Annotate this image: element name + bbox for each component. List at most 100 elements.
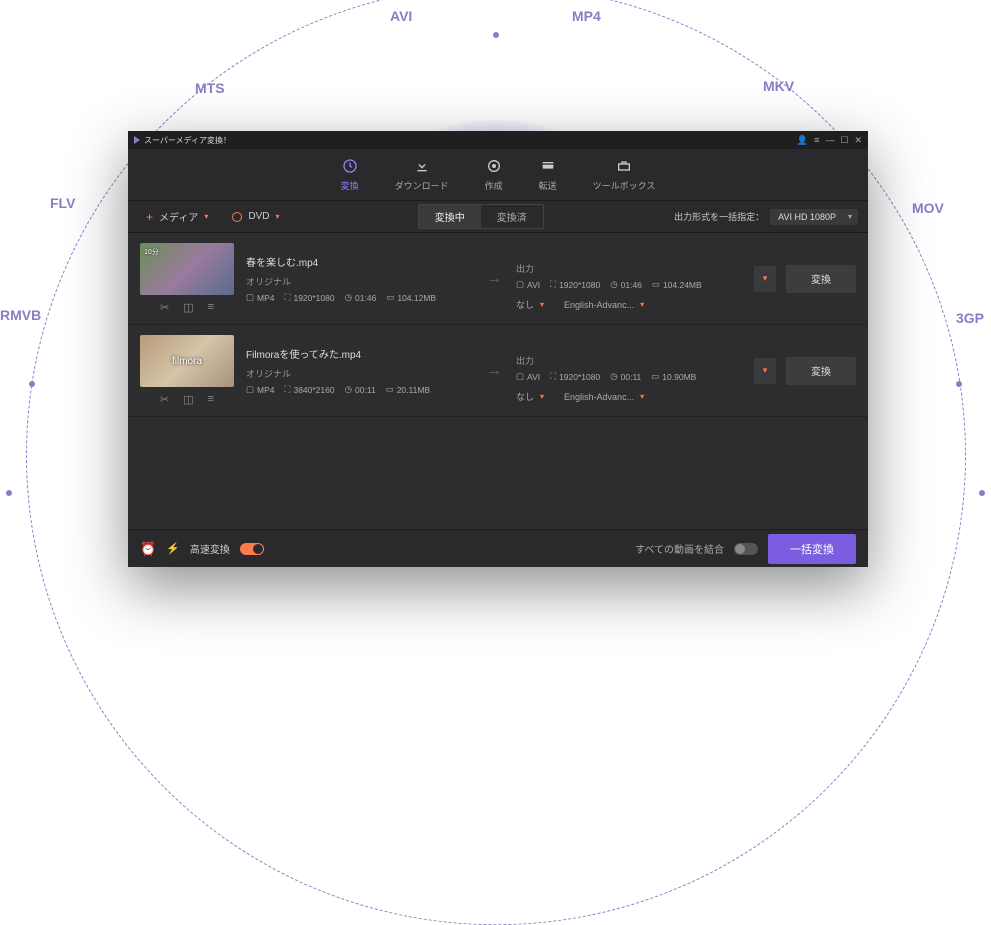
effects-icon[interactable]: ≡	[208, 301, 214, 314]
format-icon: ▢	[246, 384, 254, 395]
download-icon	[413, 157, 431, 175]
merge-label: すべての動画を結合	[635, 541, 724, 556]
nav-download[interactable]: ダウンロード	[395, 157, 449, 200]
add-media-button[interactable]: + メディア ▾	[138, 205, 216, 228]
batch-convert-button[interactable]: 一括変換	[768, 534, 856, 564]
orbit-label-3gp: 3GP	[956, 310, 984, 326]
format-picker-button[interactable]: ▾	[754, 358, 776, 384]
toolbar: + メディア ▾ DVD ▾ 変換中 変換済 出力形式を一括指定： AVI HD…	[128, 201, 868, 233]
app-logo-icon	[134, 136, 140, 144]
chevron-down-icon: ▾	[275, 212, 279, 221]
app-window: スーパーメディア変換！ 👤 ≡ — ☐ ✕ 変換 ダウンロード 作成 転送	[128, 131, 868, 567]
orbit-label-flv: FLV	[50, 195, 75, 211]
video-thumbnail[interactable]: filmora	[140, 335, 234, 387]
original-label: オリジナル	[246, 367, 472, 380]
nav-label: 作成	[485, 179, 503, 192]
filename: 春を楽しむ.mp4	[246, 254, 472, 269]
output-format-label: 出力形式を一括指定：	[674, 210, 764, 223]
size-icon: ▭	[386, 384, 394, 395]
size-icon: ▭	[651, 371, 659, 382]
footer: ⏰ ⚡ 高速変換 すべての動画を結合 一括変換	[128, 529, 868, 567]
high-speed-toggle[interactable]	[240, 543, 264, 555]
nav-toolbox[interactable]: ツールボックス	[593, 157, 656, 200]
resolution-icon: ⛶	[550, 279, 556, 290]
original-meta: ▢MP4 ⛶3840*2160 ◷00:11 ▭20.11MB	[246, 384, 472, 395]
chevron-down-icon: ▾	[540, 392, 544, 401]
menu-icon[interactable]: ≡	[814, 135, 819, 146]
resolution-icon: ⛶	[550, 371, 556, 382]
convert-button[interactable]: 変換	[786, 357, 856, 385]
effects-icon[interactable]: ≡	[208, 393, 214, 406]
subtitle-lang-dropdown[interactable]: English-Advanc...▾	[564, 390, 644, 403]
tab-converting[interactable]: 変換中	[419, 205, 481, 228]
arrow-right-icon: →	[482, 362, 506, 380]
high-speed-label: 高速変換	[190, 541, 230, 556]
titlebar: スーパーメディア変換！ 👤 ≡ — ☐ ✕	[128, 131, 868, 149]
resolution-icon: ⛶	[285, 384, 291, 395]
orbit-label-mkv: MKV	[763, 78, 794, 94]
dvd-label: DVD	[248, 211, 269, 222]
chevron-down-icon: ▾	[204, 212, 208, 221]
resolution-icon: ⛶	[285, 292, 291, 303]
orbit-dot	[979, 490, 985, 496]
duration-icon: ◷	[345, 384, 352, 395]
crop-icon[interactable]: ◫	[183, 393, 193, 406]
original-meta: ▢MP4 ⛶1920*1080 ◷01:46 ▭104.12MB	[246, 292, 472, 303]
duration-icon: ◷	[345, 292, 352, 303]
duration-icon: ◷	[610, 279, 617, 290]
chevron-down-icon: ▾	[640, 300, 644, 309]
thumb-badge: 10分	[144, 247, 159, 257]
chevron-down-icon: ▾	[640, 392, 644, 401]
trim-icon[interactable]: ✂	[160, 393, 169, 406]
subtitle-none-dropdown[interactable]: なし▾	[516, 390, 544, 403]
disc-icon	[485, 157, 503, 175]
crop-icon[interactable]: ◫	[183, 301, 193, 314]
minimize-icon[interactable]: —	[825, 135, 834, 146]
transfer-icon	[539, 157, 557, 175]
output-format-select[interactable]: AVI HD 1080P	[770, 209, 858, 225]
bolt-icon: ⚡	[166, 542, 180, 555]
nav-convert[interactable]: 変換	[341, 157, 359, 200]
tab-converted[interactable]: 変換済	[481, 205, 543, 228]
orbit-label-avi: AVI	[390, 8, 412, 24]
orbit-label-mov: MOV	[912, 200, 944, 216]
orbit-dot	[493, 32, 499, 38]
orbit-dot	[6, 490, 12, 496]
arrow-right-icon: →	[482, 270, 506, 288]
user-icon[interactable]: 👤	[797, 135, 808, 146]
filename: Filmoraを使ってみた.mp4	[246, 346, 472, 361]
nav-transfer[interactable]: 転送	[539, 157, 557, 200]
format-icon: ▢	[516, 279, 524, 290]
nav-create[interactable]: 作成	[485, 157, 503, 200]
subtitle-none-dropdown[interactable]: なし▾	[516, 298, 544, 311]
maximize-icon[interactable]: ☐	[840, 135, 848, 146]
size-icon: ▭	[386, 292, 394, 303]
output-meta: ▢AVI ⛶1920*1080 ◷01:46 ▭104.24MB	[516, 279, 742, 290]
convert-icon	[341, 157, 359, 175]
close-icon[interactable]: ✕	[854, 135, 862, 146]
add-dvd-button[interactable]: DVD ▾	[224, 207, 287, 226]
output-label: 出力	[516, 262, 742, 275]
thumb-watermark: filmora	[172, 356, 202, 367]
main-nav: 変換 ダウンロード 作成 転送 ツールボックス	[128, 149, 868, 201]
orbit-dot	[956, 381, 962, 387]
nav-label: ダウンロード	[395, 179, 449, 192]
toolbox-icon	[615, 157, 633, 175]
format-picker-button[interactable]: ▾	[754, 266, 776, 292]
merge-toggle[interactable]	[734, 543, 758, 555]
app-title: スーパーメディア変換！	[144, 135, 231, 146]
output-label: 出力	[516, 354, 742, 367]
original-label: オリジナル	[246, 275, 472, 288]
nav-label: ツールボックス	[593, 179, 656, 192]
file-row: filmora ✂ ◫ ≡ Filmoraを使ってみた.mp4 オリジナル ▢M…	[128, 325, 868, 417]
convert-button[interactable]: 変換	[786, 265, 856, 293]
duration-icon: ◷	[610, 371, 617, 382]
media-label: メディア	[159, 209, 198, 224]
output-format-group: 出力形式を一括指定： AVI HD 1080P	[674, 209, 858, 225]
trim-icon[interactable]: ✂	[160, 301, 169, 314]
subtitle-lang-dropdown[interactable]: English-Advanc...▾	[564, 298, 644, 311]
video-thumbnail[interactable]: 10分	[140, 243, 234, 295]
schedule-icon[interactable]: ⏰	[140, 541, 156, 557]
orbit-label-mts: MTS	[195, 80, 225, 96]
nav-label: 変換	[341, 179, 359, 192]
